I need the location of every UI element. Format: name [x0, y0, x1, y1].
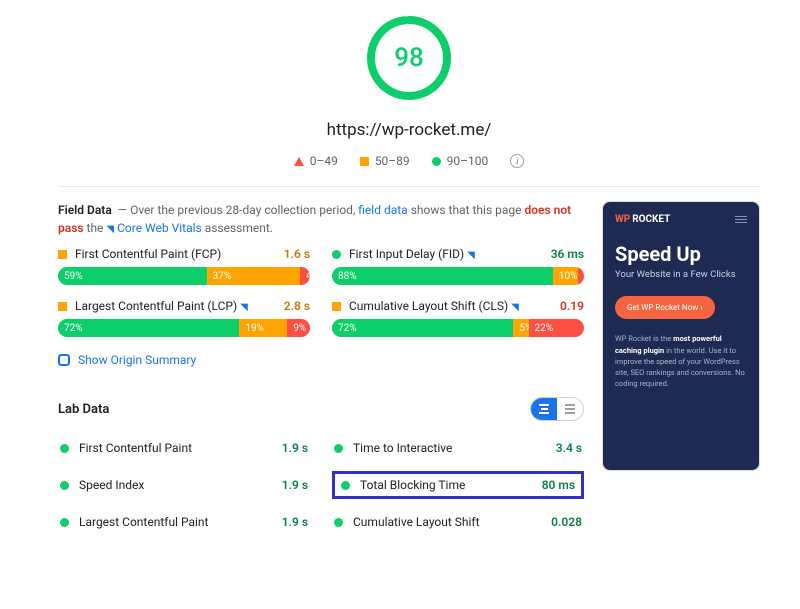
hero: 98 https://wp-rocket.me/ 0–49 50–89 90–1… [58, 0, 760, 168]
metric-name: Largest Contentful Paint [79, 515, 272, 529]
divider [58, 186, 760, 187]
metric-value: 0.028 [551, 515, 582, 529]
core-web-vitals-link[interactable]: Core Web Vitals [117, 221, 202, 235]
metric-name: Cumulative Layout Shift (CLS) ◥ [349, 299, 552, 313]
metric-value: 1.9 s [282, 478, 308, 492]
field-metric: First Contentful Paint (FCP) 1.6 s 59%37… [58, 247, 310, 285]
flag-icon: ◥ [511, 302, 519, 313]
phone-screenshot: WP ROCKET Speed Up Your Website in a Few… [602, 201, 760, 471]
circle-green-icon [60, 518, 69, 527]
view-toggle[interactable] [530, 397, 584, 421]
lab-metric: Cumulative Layout Shift 0.028 [332, 511, 584, 533]
metric-name: Cumulative Layout Shift [353, 515, 541, 529]
tested-url: https://wp-rocket.me/ [58, 120, 760, 140]
distribution-bar: 59%37%4% [58, 267, 310, 285]
field-metric: Cumulative Layout Shift (CLS) ◥ 0.19 72%… [332, 299, 584, 337]
circle-green-icon [60, 444, 69, 453]
score-value: 98 [394, 43, 424, 73]
show-origin-summary-button[interactable]: Show Origin Summary [58, 353, 584, 367]
metric-name: First Input Delay (FID) ◥ [349, 247, 543, 261]
metric-value: 1.9 s [282, 441, 308, 455]
phone-cta-button: Get WP Rocket Now › [615, 296, 715, 319]
circle-green-icon [432, 157, 441, 166]
metric-name: Time to Interactive [353, 441, 546, 455]
square-orange-icon [360, 157, 369, 166]
lab-metric: Total Blocking Time 80 ms [332, 471, 584, 499]
metric-name: First Contentful Paint [79, 441, 272, 455]
score-legend: 0–49 50–89 90–100 i [58, 154, 760, 168]
flag-icon: ◥ [467, 250, 475, 261]
legend-average: 50–89 [360, 154, 410, 168]
metric-value: 0.19 [560, 299, 584, 313]
checkbox-outline-icon [58, 354, 70, 366]
metric-value: 2.8 s [284, 299, 310, 313]
metric-name: Speed Index [79, 478, 272, 492]
lab-data-title: Lab Data [58, 402, 109, 417]
info-icon[interactable]: i [510, 154, 524, 168]
metric-value: 3.4 s [556, 441, 582, 455]
hamburger-icon [735, 216, 747, 223]
circle-green-icon [60, 481, 69, 490]
phone-description: WP Rocket is the most powerful caching p… [615, 333, 747, 389]
toggle-expanded[interactable] [557, 398, 583, 420]
status-marker-icon [332, 250, 341, 259]
field-data-header: Field Data — Over the previous 28-day co… [58, 201, 584, 237]
distribution-bar: 72%5%22% [332, 319, 584, 337]
legend-poor: 0–49 [294, 154, 338, 168]
distribution-bar: 88%10%2% [332, 267, 584, 285]
metric-name: First Contentful Paint (FCP) [75, 247, 276, 261]
lab-metric: Largest Contentful Paint 1.9 s [58, 511, 310, 533]
flag-icon: ◥ [240, 302, 248, 313]
toggle-condensed[interactable] [531, 398, 557, 420]
field-data-link[interactable]: field data [358, 203, 407, 217]
metric-value: 1.9 s [282, 515, 308, 529]
metric-value: 36 ms [551, 247, 584, 261]
lab-metric: First Contentful Paint 1.9 s [58, 437, 310, 459]
flag-icon: ◥ [106, 224, 114, 235]
metric-value: 1.6 s [284, 247, 310, 261]
score-gauge: 98 [365, 14, 453, 102]
device-preview: WP ROCKET Speed Up Your Website in a Few… [602, 201, 760, 533]
field-metric: First Input Delay (FID) ◥ 36 ms 88%10%2% [332, 247, 584, 285]
circle-green-icon [341, 481, 350, 490]
status-marker-icon [58, 302, 67, 311]
triangle-red-icon [294, 157, 304, 166]
field-metrics-grid: First Contentful Paint (FCP) 1.6 s 59%37… [58, 247, 584, 337]
field-metric: Largest Contentful Paint (LCP) ◥ 2.8 s 7… [58, 299, 310, 337]
metric-value: 80 ms [542, 478, 575, 492]
metric-name: Largest Contentful Paint (LCP) ◥ [75, 299, 276, 313]
circle-green-icon [334, 518, 343, 527]
lab-metric: Time to Interactive 3.4 s [332, 437, 584, 459]
status-marker-icon [58, 250, 67, 259]
metric-name: Total Blocking Time [360, 478, 532, 492]
status-marker-icon [332, 302, 341, 311]
wp-rocket-logo: WP ROCKET [615, 214, 670, 225]
phone-headline: Speed Up [615, 243, 747, 265]
lab-metrics-grid: First Contentful Paint 1.9 s Time to Int… [58, 437, 584, 533]
lab-metric: Speed Index 1.9 s [58, 471, 310, 499]
legend-good: 90–100 [432, 154, 489, 168]
distribution-bar: 72%19%9% [58, 319, 310, 337]
circle-green-icon [334, 444, 343, 453]
lab-data-header: Lab Data [58, 397, 584, 421]
phone-subheadline: Your Website in a Few Clicks [615, 269, 747, 281]
